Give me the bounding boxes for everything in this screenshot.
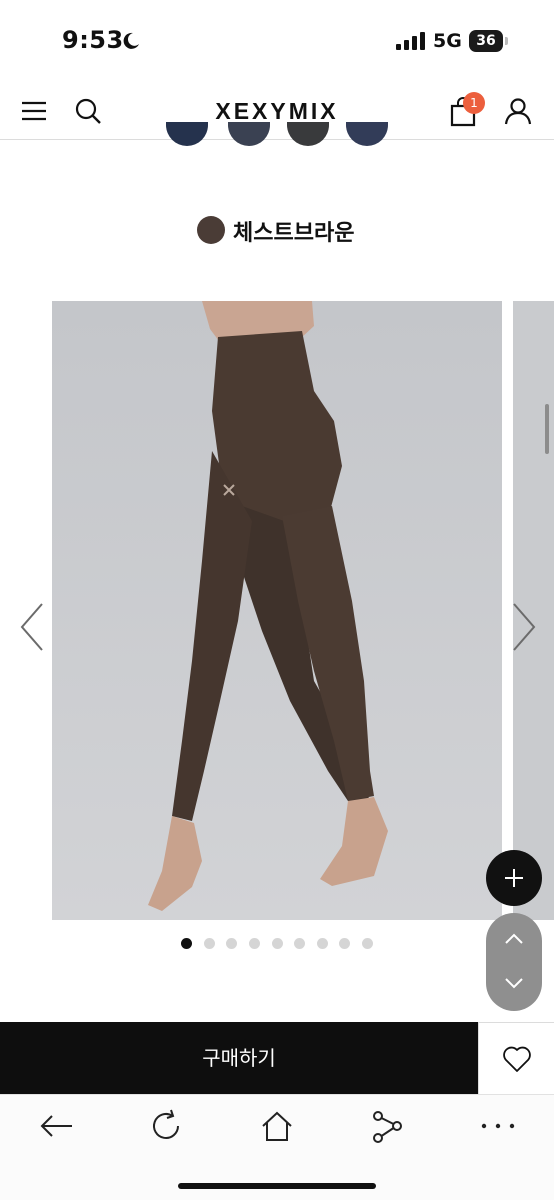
pagination-dot[interactable] — [362, 938, 373, 949]
buy-button[interactable]: 구매하기 — [0, 1022, 478, 1094]
selected-color-name: 체스트브라운 — [233, 221, 355, 246]
home-icon[interactable] — [259, 1108, 295, 1144]
plus-icon — [505, 869, 523, 887]
share-icon[interactable] — [369, 1108, 405, 1144]
color-swatch[interactable] — [166, 122, 208, 146]
pagination-dot[interactable] — [294, 938, 305, 949]
heart-icon — [503, 1046, 531, 1072]
wishlist-button[interactable] — [478, 1022, 554, 1094]
product-image[interactable] — [52, 301, 502, 920]
more-icon[interactable] — [480, 1108, 516, 1144]
home-indicator — [178, 1183, 376, 1189]
color-swatch[interactable] — [228, 122, 270, 146]
status-bar: 9:53 5G 36 — [0, 0, 554, 84]
moon-icon — [123, 32, 139, 49]
battery-level: 36 — [476, 33, 496, 49]
color-swatch[interactable] — [346, 122, 388, 146]
browser-toolbar — [0, 1094, 554, 1200]
color-swatch[interactable] — [287, 122, 329, 146]
pagination-dot[interactable] — [204, 938, 215, 949]
status-time: 9:53 — [62, 26, 124, 54]
back-arrow-icon[interactable] — [38, 1108, 74, 1144]
scrollbar[interactable] — [545, 404, 549, 454]
add-floating-button[interactable] — [486, 850, 542, 906]
user-icon[interactable] — [503, 96, 533, 126]
site-header: XEXYMIX 1 — [0, 84, 554, 140]
signal-icon — [396, 32, 425, 50]
battery-icon: 36 — [469, 30, 509, 52]
pagination-dot[interactable] — [249, 938, 260, 949]
chevron-up-icon[interactable] — [504, 933, 524, 945]
pagination-dot[interactable] — [317, 938, 328, 949]
chevron-left-icon[interactable] — [16, 600, 50, 654]
selected-color: 체스트브라운 — [0, 212, 554, 246]
selected-color-dot — [197, 216, 225, 244]
cart-count-badge: 1 — [463, 92, 485, 114]
pagination-dot[interactable] — [181, 938, 192, 949]
pagination-dot[interactable] — [339, 938, 350, 949]
leggings-photo — [52, 301, 502, 920]
chevron-down-icon[interactable] — [504, 977, 524, 989]
pagination-dot[interactable] — [226, 938, 237, 949]
pagination-dot[interactable] — [272, 938, 283, 949]
chevron-right-icon[interactable] — [506, 600, 540, 654]
network-type: 5G — [433, 30, 462, 52]
reload-icon[interactable] — [148, 1108, 184, 1144]
scroll-floating-button[interactable] — [486, 913, 542, 1011]
